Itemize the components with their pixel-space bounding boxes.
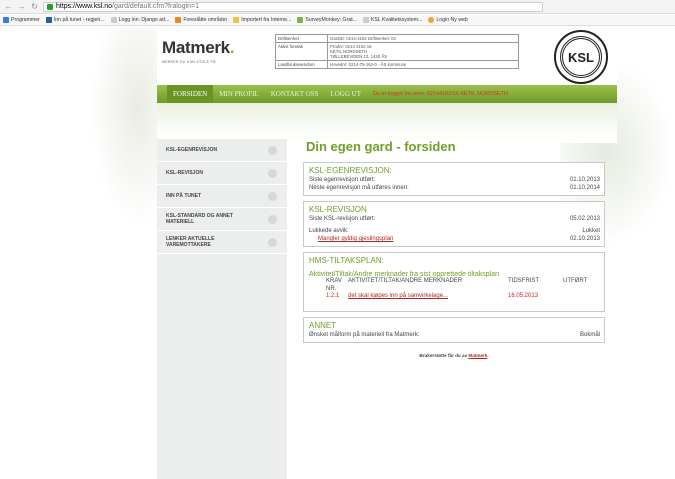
matmerk-logo[interactable]: Matmerk. <box>162 38 235 58</box>
url-path: /gard/default.cfm?fralogin=1 <box>112 3 200 10</box>
bookmark-importert[interactable]: Importert fra Interne... <box>233 17 291 23</box>
column-header: AKTIVITET/TILTAK/ANDRE MERKNADER <box>348 278 463 284</box>
sidebar-item-ksl-egenrevisjon[interactable]: KSL-EGENREVISJON <box>157 139 287 162</box>
back-icon[interactable]: ← <box>4 2 13 11</box>
ksl-seal-logo: KSL <box>554 30 608 84</box>
page-icon <box>45 17 52 23</box>
page-icon <box>110 17 117 23</box>
url-host: https://www.ksl.no <box>56 3 113 10</box>
nav-subbar <box>157 103 617 143</box>
logged-in-status: Du er logget inn som: 02144162/16 KETIL … <box>372 91 508 97</box>
info-row: Driftsenhet GardID: 0214-4162 Driftsenhet… <box>275 34 519 43</box>
info-row: Lukkede avvik: Lukket <box>309 228 600 234</box>
lock-icon <box>47 3 53 10</box>
expand-icon <box>268 214 277 224</box>
expand-icon <box>268 237 277 247</box>
page-icon <box>297 17 304 23</box>
page-icon <box>428 17 435 23</box>
info-row: Siste KSL-revisjon utført: 05.02.2013 <box>309 216 600 222</box>
nav-logg-ut[interactable]: LOGG UT <box>324 85 367 103</box>
page-icon <box>362 17 369 23</box>
nav-kontakt-oss[interactable]: KONTAKT OSS <box>265 85 325 103</box>
box-title: ANNET <box>309 321 337 330</box>
info-row: Landbrukseiendom Hovednr: 0214-75-162-0 -… <box>275 60 519 69</box>
column-header: TIDSFRIST <box>508 278 539 284</box>
logo-tagline: MERKER DU KAN STOLE PÅ <box>162 60 216 64</box>
expand-icon <box>268 168 277 178</box>
main-content: Din egen gard - forsiden KSL-EGENREVISJO… <box>303 139 605 358</box>
bookmark-login[interactable]: Login Ny web <box>428 17 468 23</box>
bookmark-surveymonkey[interactable]: SurveyMonkey: Grat... <box>297 17 357 23</box>
avvik-link[interactable]: Mangler gyldig gjeslingsplan <box>309 235 393 243</box>
box-title: HMS-TILTAKSPLAN: <box>309 256 384 265</box>
support-footer: Brukerstøtte får du av Matmerk. <box>419 353 489 358</box>
page-icon <box>175 17 182 23</box>
sidebar-item-lenker[interactable]: LENKER AKTUELLE VAREMOTTAKERE <box>157 231 287 254</box>
info-row: Aktivt foretak Prodnr: 0214 4162 16 KETIL… <box>275 42 519 61</box>
hms-box: HMS-TILTAKSPLAN: Aktivitet/Tiltak/Andre … <box>303 252 605 312</box>
info-row: Mangler gyldig gjeslingsplan 02.10.2013 <box>309 235 600 243</box>
hms-table: KRAV NR. AKTIVITET/TILTAK/ANDRE MERKNADE… <box>309 278 600 301</box>
bookmark-foreslatte[interactable]: Foreslåtte områder <box>175 17 227 23</box>
browser-toolbar: ← → ↻ https://www.ksl.no/gard/default.cf… <box>0 0 675 14</box>
table-cell: 16.05.2013 <box>508 293 539 299</box>
apps-icon <box>3 17 9 23</box>
nav-min-profil[interactable]: MIN PROFIL <box>213 85 264 103</box>
main-nav: FORSIDEN MIN PROFIL KONTAKT OSS LOGG UT … <box>157 85 617 103</box>
farm-info-table: Driftsenhet GardID: 0214-4162 Driftsenhet… <box>275 34 519 69</box>
expand-icon <box>268 191 277 201</box>
info-row: Siste egenrevisjon utført: 01.10.2013 <box>309 177 600 183</box>
column-header: UTFØRT <box>563 278 588 284</box>
info-row: Neste egenrevisjon må utføres innen: 01.1… <box>309 185 600 191</box>
egenrevisjon-box: KSL-EGENREVISJON: Siste egenrevisjon utf… <box>303 162 605 196</box>
bookmark-ksl[interactable]: KSL Kvalitetssystem... <box>362 17 422 23</box>
box-title: KSL-REVISJON <box>309 205 367 214</box>
sidebar: KSL-EGENREVISJON KSL-REVISJON INN PÅ TUN… <box>157 139 287 479</box>
sidebar-item-ksl-standard[interactable]: KSL-STANDARD OG ANNET MATERIELL <box>157 208 287 231</box>
sidebar-item-inn-pa-tunet[interactable]: INN PÅ TUNET <box>157 185 287 208</box>
matmerk-link[interactable]: Matmerk <box>468 353 487 358</box>
annet-box: ANNET Ønsket målform på materiell fra Ma… <box>303 317 605 343</box>
box-title: KSL-EGENREVISJON: <box>309 166 392 175</box>
sidebar-item-ksl-revisjon[interactable]: KSL-REVISJON <box>157 162 287 185</box>
bookmark-django[interactable]: Logg inn: Django ad... <box>110 17 169 23</box>
revisjon-box: KSL-REVISJON Siste KSL-revisjon utført: 0… <box>303 201 605 247</box>
forward-icon[interactable]: → <box>17 2 26 11</box>
page: Matmerk. MERKER DU KAN STOLE PÅ Driftsen… <box>0 27 675 479</box>
hms-subtitle: Aktivitet/Tiltak/Andre merknader fra sis… <box>309 271 499 278</box>
page-title: Din egen gard - forsiden <box>306 139 456 154</box>
info-row: Ønsket målform på materiell fra Matmerk:… <box>309 332 600 338</box>
bookmark-programmer[interactable]: Programmer <box>3 17 40 23</box>
folder-icon <box>233 17 240 23</box>
nav-forsiden[interactable]: FORSIDEN <box>167 85 214 103</box>
expand-icon <box>268 145 277 155</box>
address-bar[interactable]: https://www.ksl.no/gard/default.cfm?fral… <box>43 1 543 12</box>
reload-icon[interactable]: ↻ <box>30 2 39 11</box>
bookmarks-bar: Programmer Inn på tunet - regjeri... Log… <box>0 15 675 26</box>
hms-item-link[interactable]: det skal kjøpes inn på samvirkelage... <box>348 293 508 301</box>
site-header: Matmerk. MERKER DU KAN STOLE PÅ Driftsen… <box>157 30 617 85</box>
table-cell <box>563 293 591 301</box>
bookmark-inn-pa-tunet[interactable]: Inn på tunet - regjeri... <box>45 17 105 23</box>
column-header: KRAV NR. <box>326 278 342 292</box>
table-cell: 1.2.1 <box>326 293 340 299</box>
